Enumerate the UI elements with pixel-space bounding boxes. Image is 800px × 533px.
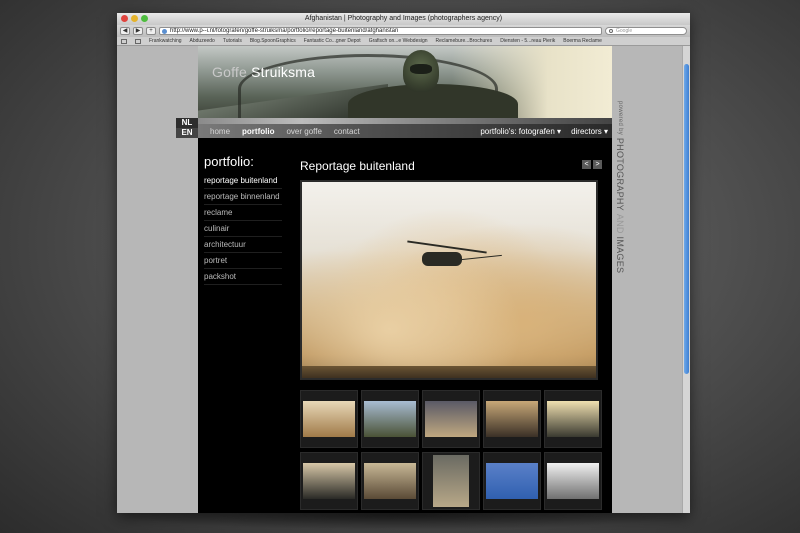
brand-last-name: Struiksma — [251, 64, 316, 80]
gallery-thumbnail[interactable] — [361, 390, 419, 448]
photography-text: PHOTOGRAPHY — [615, 137, 625, 211]
sidebar-item-reportage-binnenland[interactable]: reportage binnenland — [204, 189, 282, 205]
banner-pilot-body — [348, 84, 518, 118]
minimize-window-button[interactable] — [131, 15, 138, 22]
gallery-thumbnail[interactable] — [544, 390, 602, 448]
and-text: AND — [615, 213, 625, 234]
sidebar-item-culinair[interactable]: culinair — [204, 221, 282, 237]
gallery-thumbnail[interactable] — [483, 452, 541, 510]
gallery-nav: < > — [582, 160, 602, 169]
browser-window: Afghanistan | Photography and Images (ph… — [117, 13, 690, 513]
page-viewport: Goffe Struiksma NL EN home portfolio ove… — [117, 46, 690, 513]
gallery-thumbnail[interactable] — [361, 452, 419, 510]
lang-nl[interactable]: NL — [176, 118, 198, 128]
sidebar-item-reclame[interactable]: reclame — [204, 205, 282, 221]
back-button[interactable]: ◀ — [120, 27, 130, 35]
thumbnail-image — [547, 463, 599, 499]
portfolios-dropdown[interactable]: portfolio's: fotografen — [480, 127, 561, 136]
thumbnail-image — [364, 463, 416, 499]
vertical-scrollbar[interactable] — [682, 46, 690, 513]
gallery-thumbnail[interactable] — [483, 390, 541, 448]
site-container: Goffe Struiksma NL EN home portfolio ove… — [176, 46, 612, 513]
title-bar: Afghanistan | Photography and Images (ph… — [117, 13, 690, 25]
window-title: Afghanistan | Photography and Images (ph… — [304, 15, 503, 22]
helicopter — [422, 252, 462, 266]
forward-button[interactable]: ▶ — [133, 27, 143, 35]
header-banner: Goffe Struiksma — [198, 46, 612, 118]
browser-toolbar: ◀ ▶ + http://www.p--i.nl/fotografen/goff… — [117, 25, 690, 37]
main-nav: home portfolio over goffe contact portfo… — [198, 124, 612, 138]
nav-dropdowns: portfolio's: fotografen directors — [480, 127, 612, 136]
photo-ground — [302, 366, 596, 378]
side-label: powered by PHOTOGRAPHY AND IMAGES — [615, 101, 629, 301]
nav-over-goffe[interactable]: over goffe — [286, 127, 321, 136]
site-brand[interactable]: Goffe Struiksma — [212, 64, 315, 80]
bookmarks-book-icon[interactable] — [121, 38, 127, 44]
thumbnail-grid — [300, 390, 602, 510]
bookmark-item[interactable]: Boerma Reclame — [563, 38, 602, 44]
directors-dropdown[interactable]: directors — [571, 127, 608, 136]
thumbnail-image — [486, 401, 538, 437]
bookmark-item[interactable]: Diensten - 5...reau Pierik — [500, 38, 555, 44]
gallery-thumbnail[interactable] — [544, 452, 602, 510]
nav-home[interactable]: home — [210, 127, 230, 136]
address-bar[interactable]: http://www.p--i.nl/fotografen/goffe-stru… — [159, 27, 602, 35]
bookmark-item[interactable]: Reclamebure...Brochures — [436, 38, 493, 44]
thumbnail-image — [425, 401, 477, 437]
images-text: IMAGES — [615, 236, 625, 274]
globe-icon — [162, 29, 167, 34]
gallery-thumbnail[interactable] — [422, 452, 480, 510]
language-switcher: NL EN — [176, 118, 198, 138]
zoom-window-button[interactable] — [141, 15, 148, 22]
nav-contact[interactable]: contact — [334, 127, 360, 136]
thumbnail-image — [547, 401, 599, 437]
sidebar-item-packshot[interactable]: packshot — [204, 269, 282, 285]
lang-en[interactable]: EN — [176, 128, 198, 138]
thumbnail-image — [364, 401, 416, 437]
gallery-thumbnail[interactable] — [300, 452, 358, 510]
gallery-thumbnail[interactable] — [422, 390, 480, 448]
sidebar-title: portfolio: — [204, 154, 254, 169]
banner-visor — [410, 64, 432, 74]
sidebar-item-portret[interactable]: portret — [204, 253, 282, 269]
gallery-title: Reportage buitenland — [300, 159, 415, 173]
window-controls — [121, 15, 148, 22]
next-arrow-icon[interactable]: > — [593, 160, 602, 169]
sidebar-list: reportage buitenland reportage binnenlan… — [204, 173, 282, 285]
search-field[interactable]: Google — [605, 27, 687, 35]
bookmark-item[interactable]: Tutorials — [223, 38, 242, 44]
address-text: http://www.p--i.nl/fotografen/goffe-stru… — [170, 28, 399, 34]
close-window-button[interactable] — [121, 15, 128, 22]
scrollbar-thumb[interactable] — [684, 64, 689, 374]
bookmarks-bar: Frankwatching Abduzeedo Tutorials Blog.S… — [117, 37, 690, 46]
thumbnail-image — [433, 455, 469, 507]
prev-arrow-icon[interactable]: < — [582, 160, 591, 169]
search-icon — [609, 29, 613, 33]
bookmark-item[interactable]: Blog.SpoonGraphics — [250, 38, 296, 44]
powered-by-text: powered by — [617, 101, 623, 136]
search-placeholder: Google — [616, 28, 633, 34]
sidebar-item-reportage-buitenland[interactable]: reportage buitenland — [204, 173, 282, 189]
bookmark-item[interactable]: Fantastic Co...gner Depot — [304, 38, 361, 44]
thumbnail-image — [303, 401, 355, 437]
nav-portfolio[interactable]: portfolio — [242, 127, 274, 136]
portfolio-sidebar: portfolio: reportage buitenland reportag… — [204, 154, 282, 285]
add-bookmark-button[interactable]: + — [146, 27, 156, 35]
bookmark-item[interactable]: Frankwatching — [149, 38, 182, 44]
brand-first-name: Goffe — [212, 64, 247, 80]
gallery-thumbnail[interactable] — [300, 390, 358, 448]
sidebar-item-architectuur[interactable]: architectuur — [204, 237, 282, 253]
bookmark-item[interactable]: Grafisch on...e Webdesign — [369, 38, 428, 44]
bookmark-item[interactable]: Abduzeedo — [190, 38, 215, 44]
main-photo — [300, 180, 598, 380]
bookmarks-grid-icon[interactable] — [135, 38, 141, 44]
side-label-text: powered by PHOTOGRAPHY AND IMAGES — [615, 101, 625, 273]
thumbnail-image — [486, 463, 538, 499]
thumbnail-image — [303, 463, 355, 499]
